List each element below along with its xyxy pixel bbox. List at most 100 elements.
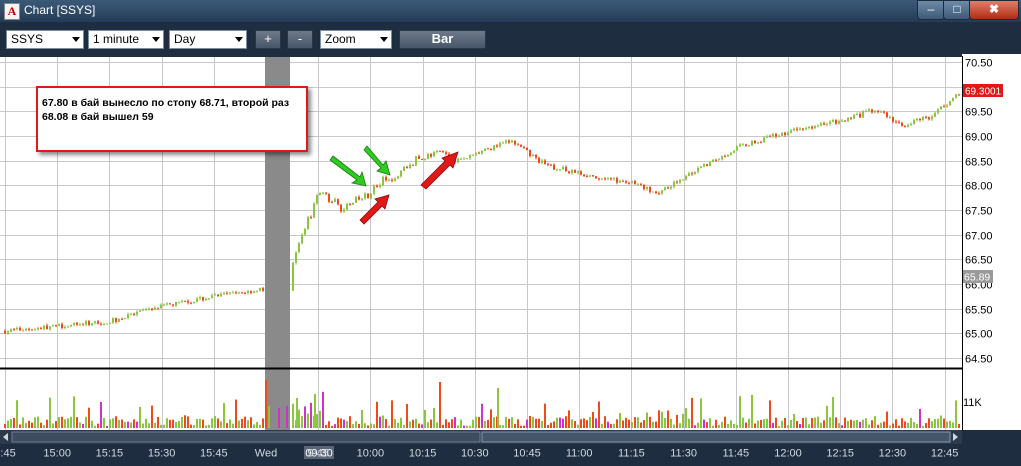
volume-bar — [256, 421, 258, 428]
zoom-select[interactable]: Zoom — [320, 30, 392, 49]
volume-bar — [883, 421, 885, 428]
price-candle — [364, 192, 366, 200]
interval-select[interactable]: 1 minute — [88, 30, 164, 49]
price-candle — [76, 322, 78, 327]
price-candle — [322, 191, 324, 195]
volume-bar — [901, 418, 903, 428]
volume-bar — [745, 422, 747, 428]
volume-bar — [142, 423, 144, 428]
price-candle — [478, 151, 480, 154]
price-candle — [661, 190, 663, 195]
price-candle — [196, 296, 198, 303]
chart-type-bar-button[interactable]: Bar — [399, 30, 486, 49]
price-candle — [616, 176, 618, 185]
time-tick-label: 10:00 — [357, 448, 385, 460]
volume-bar — [508, 418, 510, 428]
volume-bar — [934, 418, 936, 428]
price-candle — [820, 121, 822, 127]
volume-bar — [166, 418, 168, 428]
volume-bar — [559, 417, 561, 428]
volume-bar — [856, 419, 858, 428]
price-candle — [412, 164, 414, 167]
price-candle — [898, 120, 900, 124]
volume-bar — [100, 401, 102, 428]
volume-bar — [586, 420, 588, 428]
price-candle — [595, 175, 597, 180]
volume-bar — [925, 423, 927, 428]
price-candle — [508, 139, 510, 144]
price-candle — [403, 165, 405, 172]
minimize-button[interactable]: – — [917, 0, 945, 20]
volume-bar — [34, 417, 36, 428]
price-candle — [346, 202, 348, 212]
time-tick-label: 12:30 — [879, 448, 907, 460]
volume-bar — [241, 418, 243, 428]
green-arrow-icon — [329, 155, 367, 187]
zoom-in-button[interactable]: + — [255, 30, 281, 49]
price-candle — [577, 170, 579, 175]
volume-bar — [538, 418, 540, 428]
volume-bar — [886, 411, 888, 428]
volume-bar — [328, 421, 330, 428]
volume-bar — [946, 421, 948, 428]
volume-bar — [775, 417, 777, 428]
price-candle — [427, 152, 429, 160]
volume-bar — [118, 419, 120, 428]
price-candle — [877, 109, 879, 114]
volume-bar — [583, 418, 585, 428]
volume-bar — [703, 419, 705, 428]
price-candle — [949, 100, 951, 107]
volume-bar — [763, 419, 765, 428]
volume-bar — [163, 424, 165, 428]
volume-bar — [751, 394, 753, 428]
period-select[interactable]: Day — [169, 30, 247, 49]
volume-bar — [439, 382, 441, 428]
volume-bar — [553, 421, 555, 428]
price-candle — [844, 119, 846, 122]
price-candle — [352, 202, 354, 206]
volume-bar — [340, 418, 342, 428]
price-candle — [31, 328, 33, 331]
volume-bar — [616, 419, 618, 428]
price-candle — [946, 103, 948, 109]
volume-bar — [334, 424, 336, 428]
price-candle — [466, 158, 468, 160]
red-arrow-icon — [359, 194, 390, 225]
price-candle — [865, 109, 867, 113]
volume-bar — [178, 420, 180, 428]
volume-bar — [349, 416, 351, 428]
period-select-value: Day — [174, 32, 196, 46]
close-button[interactable]: ✖ — [969, 0, 1019, 20]
time-tick-label: 11:15 — [618, 448, 645, 460]
price-candle — [220, 292, 222, 297]
volume-bar — [292, 403, 294, 428]
symbol-select[interactable]: SSYS — [6, 30, 84, 49]
volume-bar — [958, 423, 960, 428]
price-tick-label: 67.00 — [965, 231, 993, 243]
trade-note: 67.80 в бай вынесло по стопу 68.71, втор… — [36, 86, 308, 152]
price-candle — [67, 325, 69, 328]
price-candle — [136, 310, 138, 317]
time-tick-label: 15:45 — [200, 448, 228, 460]
chevron-down-icon — [380, 37, 388, 42]
volume-bar — [676, 414, 678, 428]
price-candle — [727, 154, 729, 157]
volume-bar — [433, 407, 435, 428]
volume-bar — [184, 415, 186, 428]
price-candle — [928, 116, 930, 121]
price-candle — [583, 173, 585, 177]
price-candle — [871, 108, 873, 114]
volume-bar — [517, 419, 519, 428]
maximize-button[interactable]: □ — [943, 0, 971, 20]
price-candle — [334, 197, 336, 203]
price-candle — [181, 299, 183, 304]
volume-bar — [205, 425, 207, 428]
zoom-out-button[interactable]: - — [287, 30, 313, 49]
volume-bar — [511, 417, 513, 428]
price-candle — [931, 114, 933, 122]
price-candle — [835, 119, 837, 125]
price-candle — [496, 143, 498, 148]
volume-bar — [211, 418, 213, 428]
price-candle — [520, 144, 522, 148]
volume-bar — [133, 419, 135, 428]
